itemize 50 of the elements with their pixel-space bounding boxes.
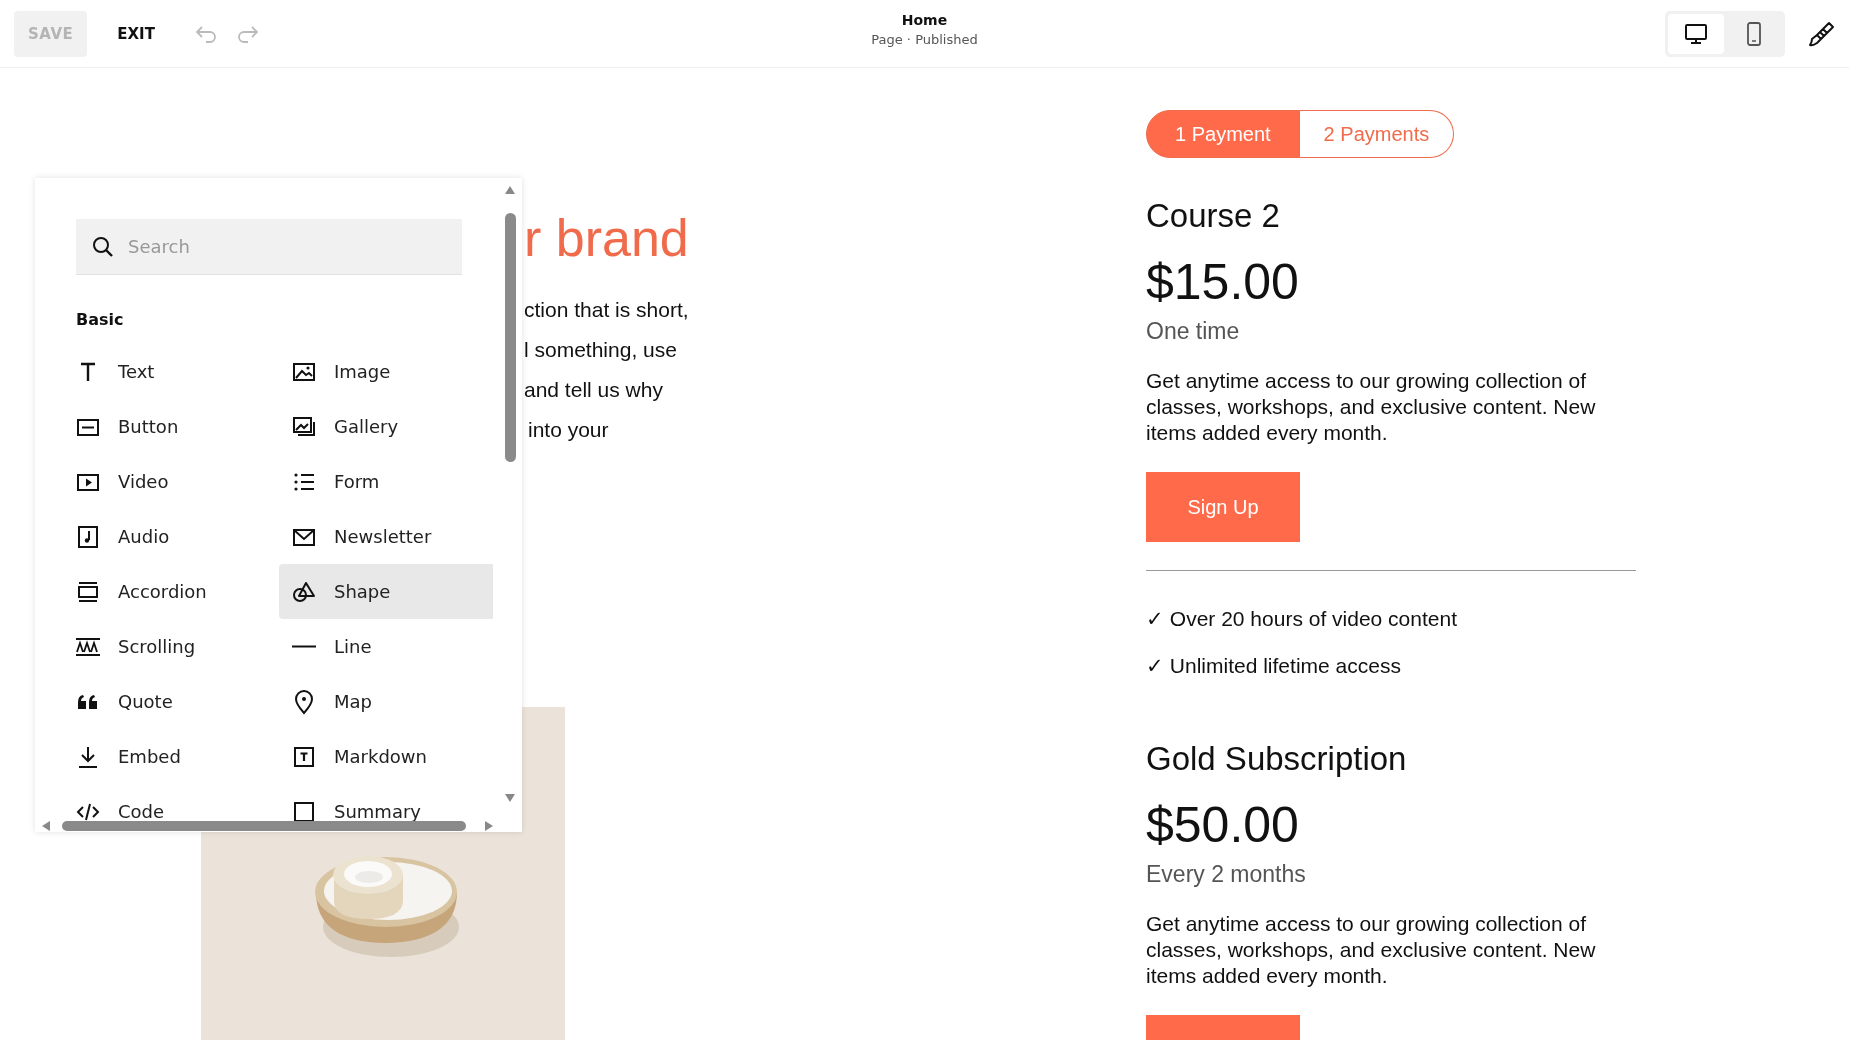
body-text: and tell us why — [524, 377, 664, 403]
block-item[interactable]: Audio — [63, 509, 279, 564]
horizontal-scrollbar[interactable] — [62, 821, 466, 831]
block-item[interactable]: Map — [279, 674, 493, 729]
billing-period: One time — [1146, 317, 1241, 346]
block-item[interactable]: Newsletter — [279, 509, 493, 564]
block-item[interactable]: Code — [63, 784, 279, 822]
feature-text: ✓ Over 20 hours of video content — [1146, 606, 1458, 632]
plan-price: $15.00 — [1146, 254, 1300, 310]
right-arrow-icon[interactable] — [483, 820, 495, 832]
feature-text: ✓ Unlimited lifetime access — [1146, 653, 1402, 679]
block-item[interactable]: Shape — [279, 564, 493, 619]
up-arrow-icon[interactable] — [504, 184, 516, 196]
line-icon — [291, 645, 317, 648]
search-icon — [92, 235, 114, 258]
block-item[interactable]: Scrolling — [63, 619, 279, 674]
block-item[interactable]: Quote — [63, 674, 279, 729]
left-arrow-icon[interactable] — [40, 820, 52, 832]
music-note-icon — [75, 523, 101, 550]
block-item[interactable]: Image — [279, 344, 493, 399]
block-item[interactable]: Button — [63, 399, 279, 454]
block-item[interactable]: Text — [63, 344, 279, 399]
vertical-scrollbar[interactable] — [505, 213, 516, 462]
page-heading: r brand — [524, 208, 690, 268]
body-text: l something, use — [524, 337, 678, 363]
block-item[interactable]: Video — [63, 454, 279, 509]
desktop-view-button[interactable] — [1668, 13, 1724, 54]
block-item[interactable]: Gallery — [279, 399, 493, 454]
page-title: Home — [901, 12, 948, 28]
plan-description: Get anytime access to our growing collection of classes, workshops, and exclusive content. New items added every month. — [1146, 368, 1597, 446]
plan-name: Course 2 — [1146, 196, 1281, 236]
block-item[interactable]: Accordion — [63, 564, 279, 619]
body-text: ction that is short, — [524, 297, 690, 323]
exit-button[interactable]: EXIT — [101, 10, 171, 57]
block-item[interactable]: Embed — [63, 729, 279, 784]
plan-price: $50.00 — [1146, 797, 1300, 853]
billing-period: Every 2 months — [1146, 860, 1307, 889]
block-item[interactable]: Markdown — [279, 729, 493, 784]
block-item[interactable]: Form — [279, 454, 493, 509]
section-heading: Basic — [76, 310, 124, 329]
page-status: Page · Published — [871, 32, 978, 47]
block-item[interactable]: Summary — [279, 784, 493, 822]
plan-name: Gold Subscription — [1146, 739, 1408, 779]
search-input[interactable]: Search — [128, 219, 462, 274]
block-item[interactable]: Line — [279, 619, 493, 674]
search-field[interactable]: Search — [76, 219, 462, 275]
plan-description: Get anytime access to our growing collection of classes, workshops, and exclusive content. New items added every month. — [1146, 911, 1597, 989]
body-text: into your — [527, 417, 610, 443]
down-arrow-icon[interactable] — [504, 792, 516, 804]
brush-icon[interactable] — [1807, 19, 1835, 48]
